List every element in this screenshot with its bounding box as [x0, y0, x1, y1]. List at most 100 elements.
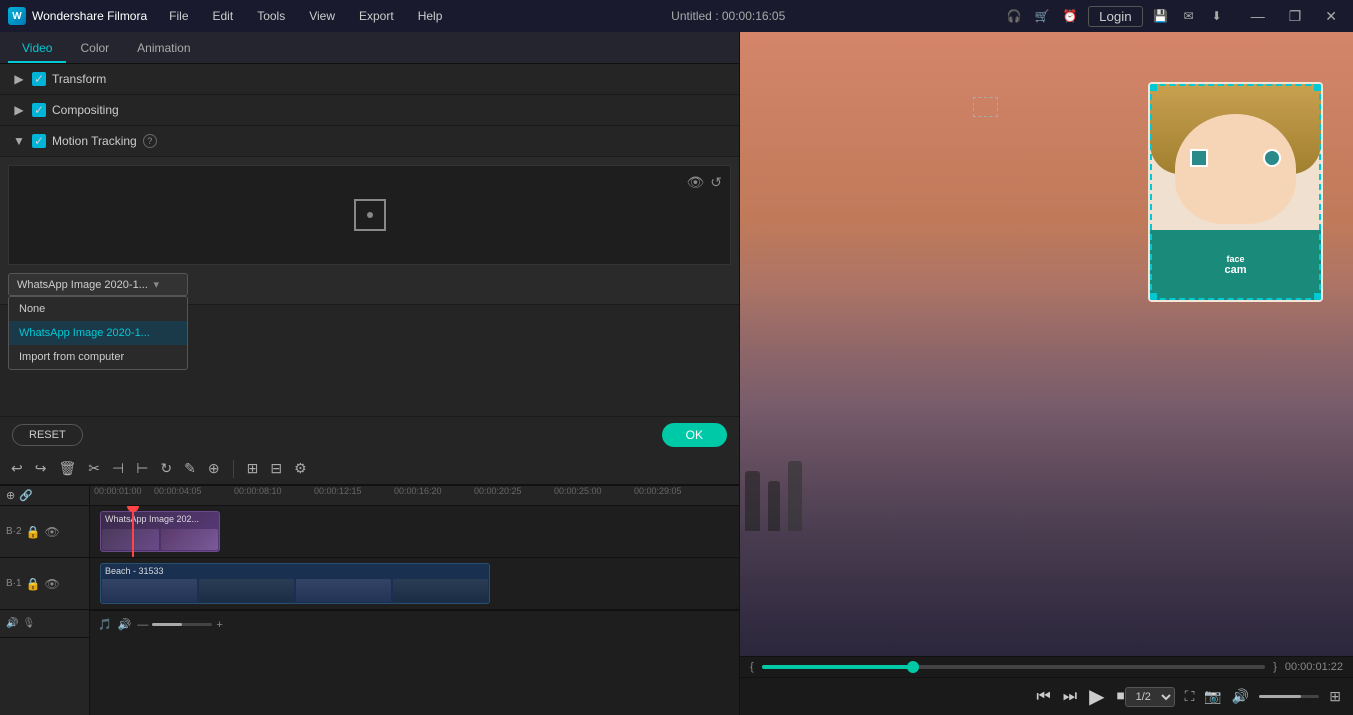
delete-icon[interactable]: 🗑 — [55, 457, 79, 480]
add-media-icon[interactable]: ⊕ — [6, 489, 15, 502]
transform-section[interactable]: ▶ ✓ Transform — [0, 64, 739, 95]
edit-icon[interactable]: ✎ — [181, 457, 199, 480]
speed-selector[interactable]: 1/2 1/1 2x — [1125, 687, 1175, 707]
zoom-in-icon[interactable]: + — [216, 619, 222, 631]
time-display: 00:00:01:22 — [1285, 661, 1343, 673]
settings-icon[interactable]: ⚙ — [291, 457, 310, 480]
ruler-mark-2: 00:00:08:10 — [234, 486, 282, 496]
window-title: Untitled : 00:00:16:05 — [671, 9, 785, 23]
transform-checkbox[interactable]: ✓ — [32, 72, 46, 86]
volume-track[interactable] — [1259, 695, 1319, 698]
volume-control-icon[interactable]: 🔊 — [1232, 688, 1249, 705]
cart-icon[interactable]: 🛒 — [1032, 6, 1052, 26]
audio-icon[interactable]: 🔊 — [6, 618, 18, 629]
ruler-mark-1: 00:00:04:05 — [154, 486, 202, 496]
zoom-slider[interactable]: — + — [137, 619, 222, 631]
next-frame-button[interactable]: ⏭ — [1063, 688, 1077, 706]
undo-icon[interactable]: ↩ — [8, 457, 26, 480]
close-button[interactable]: ✕ — [1317, 8, 1345, 25]
timeline-content: ⊕ 🔗 B·2 🔒 👁 B·1 🔒 👁 🔊 — [0, 486, 739, 715]
volume-icon[interactable]: 🔊 — [118, 618, 132, 631]
track2-visibility-icon[interactable]: 👁 — [45, 525, 60, 539]
ruler-marks-container: 00:00:01:00 00:00:04:05 00:00:08:10 00:0… — [94, 486, 735, 505]
cut-icon[interactable]: ✂ — [85, 457, 103, 480]
trim-left-icon[interactable]: ⊣ — [109, 457, 127, 480]
dropdown-selected-label: WhatsApp Image 2020-1... — [17, 279, 148, 291]
motion-tracking-checkbox[interactable]: ✓ — [32, 134, 46, 148]
menu-view[interactable]: View — [299, 7, 345, 25]
rotate-icon[interactable]: ↻ — [157, 457, 175, 480]
dropdown-option-none[interactable]: None — [9, 297, 187, 321]
main-layout: Video Color Animation ▶ ✓ Transform ▶ ✓ … — [0, 32, 1353, 715]
menu-tools[interactable]: Tools — [247, 7, 295, 25]
dropdown-option-import[interactable]: Import from computer — [9, 345, 187, 369]
prev-frame-button[interactable]: ⏮ — [1036, 688, 1050, 706]
fullscreen-icon[interactable]: ⛶ — [1185, 688, 1195, 705]
track1-number: B·1 — [6, 578, 22, 589]
playback-right: 1/2 1/1 2x ⛶ 📷 🔊 ⊞ — [1125, 687, 1341, 707]
stop-button[interactable]: ⏹ — [1117, 688, 1125, 706]
timeline-left-controls: ⊕ 🔗 B·2 🔒 👁 B·1 🔒 👁 🔊 — [0, 486, 90, 715]
screenshot-icon[interactable]: 📷 — [1204, 688, 1221, 705]
menu-bar: File Edit Tools View Export Help — [159, 7, 452, 25]
compositing-checkbox[interactable]: ✓ — [32, 103, 46, 117]
magnet-icon[interactable]: 🔗 — [19, 489, 33, 502]
add-audio-icon[interactable]: 🎵 — [98, 618, 112, 631]
reset-button[interactable]: RESET — [12, 424, 83, 446]
crop-icon[interactable]: ⊕ — [205, 457, 223, 480]
trim-right-icon[interactable]: ⊢ — [133, 457, 151, 480]
tab-color[interactable]: Color — [66, 35, 123, 63]
track2-row: WhatsApp Image 202... — [90, 506, 739, 558]
microphone-icon[interactable]: 🎙 — [22, 618, 35, 629]
logo-icon: W — [8, 7, 26, 25]
tab-video[interactable]: Video — [8, 35, 66, 63]
minimize-button[interactable]: — — [1243, 8, 1273, 25]
tab-animation[interactable]: Animation — [123, 35, 204, 63]
menu-file[interactable]: File — [159, 7, 198, 25]
tracking-reticle-dot — [367, 212, 373, 218]
more-options-icon[interactable]: ⊞ — [1329, 688, 1341, 705]
dropdown-menu: None WhatsApp Image 2020-1... Import fro… — [8, 296, 188, 370]
menu-help[interactable]: Help — [408, 7, 453, 25]
hide-tracking-icon[interactable]: 👁 — [686, 174, 704, 191]
clock-icon[interactable]: ⏰ — [1060, 6, 1080, 26]
dropdown-option-whatsapp[interactable]: WhatsApp Image 2020-1... — [9, 321, 187, 345]
dropdown-button[interactable]: WhatsApp Image 2020-1... ▾ — [8, 273, 188, 296]
menu-export[interactable]: Export — [349, 7, 404, 25]
compositing-section[interactable]: ▶ ✓ Compositing — [0, 95, 739, 126]
timeline-area: ⊕ 🔗 B·2 🔒 👁 B·1 🔒 👁 🔊 — [0, 485, 739, 715]
motion-tracking-section[interactable]: ▼ ✓ Motion Tracking ? — [0, 126, 739, 157]
motion-tracking-help[interactable]: ? — [143, 134, 157, 148]
tab-bar: Video Color Animation — [0, 32, 739, 64]
track1-lock-icon[interactable]: 🔒 — [26, 577, 41, 591]
save-icon[interactable]: 💾 — [1151, 6, 1171, 26]
face-label: face — [1224, 254, 1246, 264]
avatar-clip[interactable]: WhatsApp Image 202... — [100, 511, 220, 552]
redo-icon[interactable]: ↪ — [32, 457, 50, 480]
tracking-preview: 👁 ↺ — [8, 165, 731, 265]
bracket-left: { — [750, 661, 754, 673]
ok-button[interactable]: OK — [662, 423, 727, 447]
track-bottom-controls: 🔊 🎙 — [0, 610, 89, 638]
dropdown-arrow-icon: ▾ — [153, 278, 159, 291]
download-icon[interactable]: ⬇ — [1207, 6, 1227, 26]
mail-icon[interactable]: ✉ — [1179, 6, 1199, 26]
tracking-target-dropdown[interactable]: WhatsApp Image 2020-1... ▾ None WhatsApp… — [8, 273, 188, 296]
timeline-toolbar: ↩ ↪ 🗑 ✂ ⊣ ⊢ ↻ ✎ ⊕ ⊞ ⊟ ⚙ — [0, 453, 739, 485]
remove-track-icon[interactable]: ⊟ — [267, 457, 285, 480]
avatar-eye-left — [1190, 149, 1208, 167]
menu-edit[interactable]: Edit — [203, 7, 244, 25]
compositing-chevron: ▶ — [12, 103, 26, 117]
play-button[interactable]: ▶ — [1089, 684, 1104, 709]
track2-lock-icon[interactable]: 🔒 — [26, 525, 41, 539]
properties-panel: ▶ ✓ Transform ▶ ✓ Compositing ▼ ✓ Motion… — [0, 64, 739, 416]
beach-clip[interactable]: Beach - 31533 — [100, 563, 490, 604]
add-track-icon[interactable]: ⊞ — [244, 457, 262, 480]
seekbar[interactable] — [762, 665, 1266, 669]
maximize-button[interactable]: ❐ — [1281, 8, 1310, 25]
track1-visibility-icon[interactable]: 👁 — [45, 577, 60, 591]
reset-tracking-icon[interactable]: ↺ — [710, 174, 722, 191]
headset-icon[interactable]: 🎧 — [1004, 6, 1024, 26]
zoom-out-icon[interactable]: — — [137, 619, 148, 631]
login-button[interactable]: Login — [1088, 6, 1143, 27]
